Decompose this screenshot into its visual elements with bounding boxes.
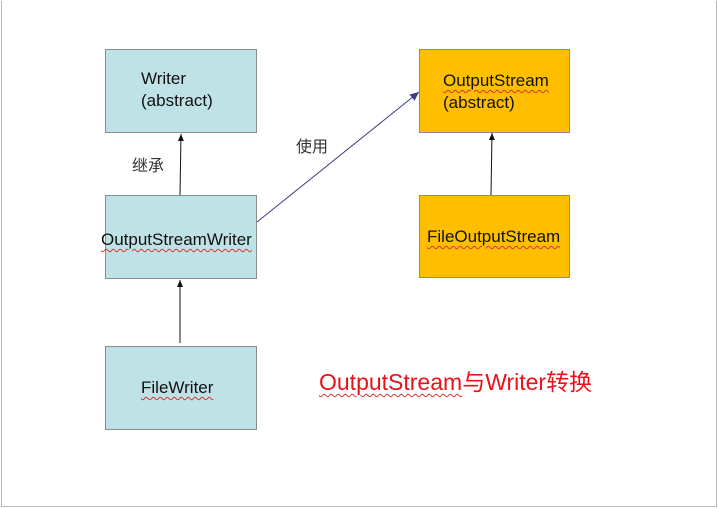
caption-outputstream: OutputStream <box>319 369 463 395</box>
box-file-output-stream: FileOutputStream <box>419 195 570 278</box>
output-stream-writer-label: OutputStreamWriter <box>101 230 252 249</box>
inherit-label: 继承 <box>132 156 165 175</box>
output-stream-label: OutputStream <box>443 71 549 90</box>
file-output-stream-label: FileOutputStream <box>427 227 561 246</box>
writer-label: Writer <box>141 69 187 88</box>
box-output-stream: OutputStream (abstract) <box>419 49 570 133</box>
writer-abstract-label: (abstract) <box>141 91 213 110</box>
inherit-arrow-writer <box>177 133 184 196</box>
diagram-caption: OutputStream与Writer转换 <box>319 363 592 397</box>
output-stream-abstract-label: (abstract) <box>443 93 515 112</box>
box-writer: Writer (abstract) <box>105 49 257 133</box>
caption-writer: Writer <box>485 369 547 395</box>
use-label: 使用 <box>296 137 329 156</box>
box-file-writer: FileWriter <box>105 346 257 430</box>
use-arrow <box>256 91 420 223</box>
box-output-stream-writer: OutputStreamWriter <box>101 195 257 279</box>
caption-and: 与 <box>462 370 486 396</box>
file-writer-label: FileWriter <box>141 378 214 397</box>
caption-convert: 转换 <box>546 370 593 396</box>
inherit-arrow-outputstream <box>488 132 495 196</box>
